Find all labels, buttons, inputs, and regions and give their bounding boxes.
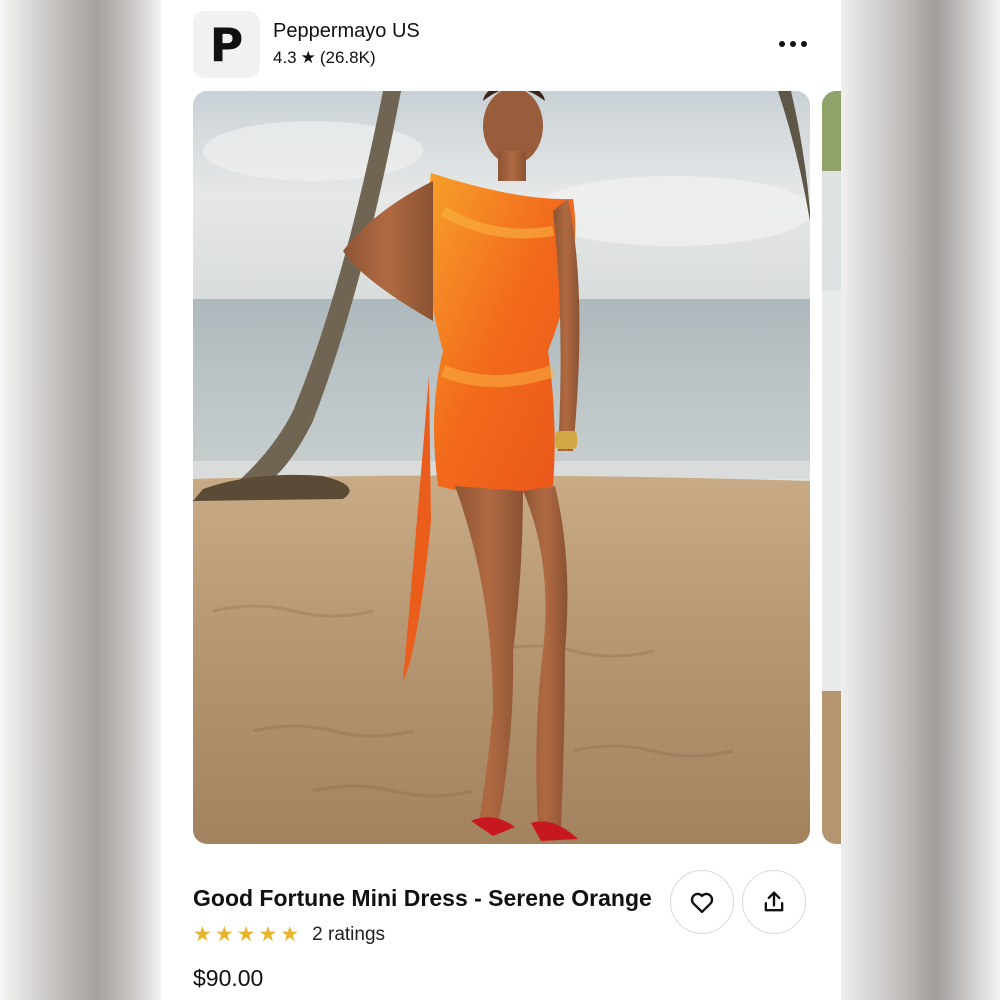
star-icon: ★: [193, 923, 212, 946]
product-card: P Peppermayo US 4.3 ★ (26.8K) Good Fortu…: [161, 0, 841, 1000]
next-product-image[interactable]: [822, 91, 841, 844]
more-horizontal-icon: [779, 41, 785, 47]
background-blur-left: [0, 0, 161, 1000]
share-icon: [764, 891, 784, 912]
product-price: $90.00: [193, 965, 264, 991]
more-options-button[interactable]: [771, 28, 815, 60]
star-icon: ★: [258, 923, 278, 946]
store-review-count: (26.8K): [319, 48, 376, 67]
product-rating[interactable]: ★ ★ ★ ★ ★ 2 ratings: [193, 924, 385, 946]
heart-icon: [690, 892, 714, 914]
star-icon: ★: [236, 923, 256, 946]
store-logo[interactable]: P: [193, 11, 260, 78]
favorite-button[interactable]: [670, 870, 734, 934]
star-icon: ★: [280, 923, 300, 946]
product-title[interactable]: Good Fortune Mini Dress - Serene Orange: [193, 885, 652, 912]
store-rating-value: 4.3: [273, 48, 297, 67]
star-icon: ★: [300, 48, 316, 67]
store-rating: 4.3 ★ (26.8K): [273, 48, 376, 68]
product-image[interactable]: [193, 91, 810, 844]
share-button[interactable]: [742, 870, 806, 934]
store-name[interactable]: Peppermayo US: [273, 20, 420, 43]
star-icon: ★: [214, 923, 234, 946]
ratings-count: 2 ratings: [312, 924, 386, 945]
more-dot: [790, 41, 796, 47]
background-blur-right: [841, 0, 1000, 1000]
more-dot: [801, 41, 807, 47]
